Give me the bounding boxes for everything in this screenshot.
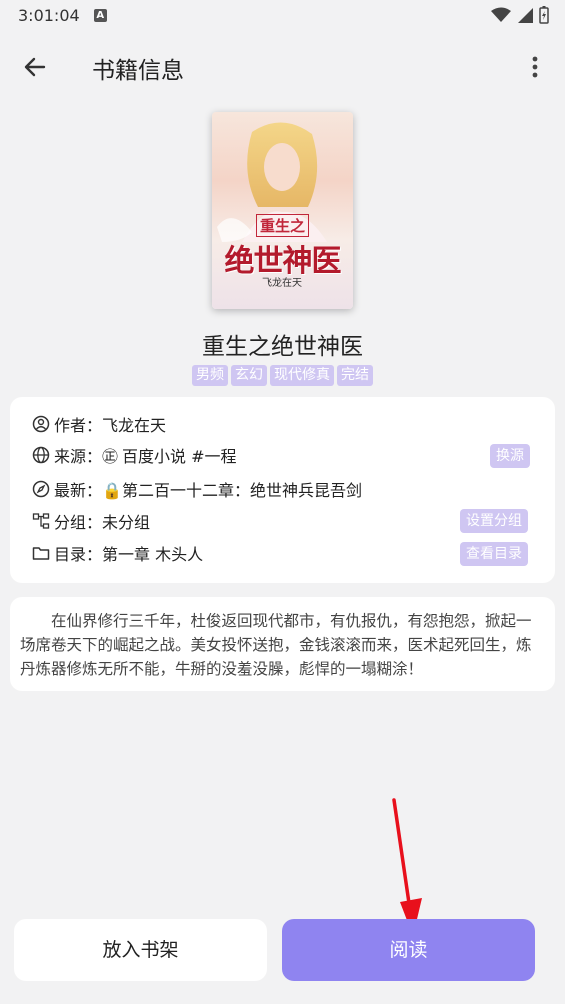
status-bar: 3:01:04 A	[0, 0, 565, 30]
book-description: 在仙界修行三千年，杜俊返回现代都市，有仇报仇，有怨抱怨，掀起一场席卷天下的崛起之…	[10, 597, 555, 691]
more-vert-icon[interactable]	[523, 52, 547, 82]
latest-chapter: 🔒第二百一十二章：绝世神兵昆吾剑	[102, 481, 362, 500]
group-nodes-icon	[32, 513, 50, 529]
app-bar: 书籍信息	[0, 40, 565, 94]
group-value: 未分组	[102, 513, 151, 532]
latest-row: 最新： 🔒第二百一十二章：绝世神兵昆吾剑	[32, 476, 532, 502]
tag: 现代修真	[270, 365, 334, 386]
source-label: 来源：	[54, 447, 103, 466]
source-value: 百度小说 #一程	[122, 447, 237, 466]
toc-label: 目录：	[54, 545, 103, 564]
cover-author: 飞龙在天	[262, 278, 302, 289]
set-group-button[interactable]: 设置分组	[460, 509, 528, 533]
view-toc-button[interactable]: 查看目录	[460, 542, 528, 566]
change-source-button[interactable]: 换源	[490, 444, 530, 468]
globe-icon	[32, 446, 50, 464]
read-button[interactable]: 阅读	[282, 919, 535, 981]
page-title: 书籍信息	[92, 58, 184, 84]
toc-value: 第一章 木头人	[102, 545, 204, 564]
author-row: 作者： 飞龙在天	[32, 411, 532, 437]
tag-list: 男频 玄幻 现代修真 完结	[0, 365, 565, 386]
compass-icon	[32, 480, 50, 498]
tag: 男频	[192, 365, 228, 386]
add-to-shelf-button[interactable]: 放入书架	[14, 919, 267, 981]
status-icons	[491, 6, 549, 24]
wifi-icon	[491, 7, 511, 22]
book-cover[interactable]: 重生之 绝世神医 飞龙在天	[212, 112, 353, 309]
folder-icon	[32, 547, 50, 560]
group-label: 分组：	[54, 513, 103, 532]
group-row: 分组： 未分组	[32, 508, 532, 534]
tag: 完结	[337, 365, 373, 386]
source-badge: ㊣	[102, 447, 119, 466]
latest-label: 最新：	[54, 481, 103, 500]
cell-signal-icon	[518, 8, 533, 23]
person-icon	[32, 415, 50, 433]
battery-icon	[539, 6, 549, 24]
toc-row: 目录： 第一章 木头人	[32, 540, 532, 566]
source-row: 来源： ㊣ 百度小说 #一程	[32, 442, 532, 468]
cover-title-small: 重生之	[255, 214, 309, 237]
author-label: 作者：	[54, 416, 103, 435]
notification-a-icon: A	[93, 8, 107, 22]
back-arrow-icon[interactable]	[20, 52, 50, 82]
annotation-arrow-icon	[392, 798, 422, 936]
info-card: 作者： 飞龙在天 来源： ㊣ 百度小说 #一程 换源 最新： 🔒第二百一十二章：…	[10, 397, 555, 583]
author-value: 飞龙在天	[102, 416, 167, 435]
status-time: 3:01:04	[18, 5, 80, 25]
tag: 玄幻	[231, 365, 267, 386]
book-title: 重生之绝世神医	[202, 334, 363, 360]
